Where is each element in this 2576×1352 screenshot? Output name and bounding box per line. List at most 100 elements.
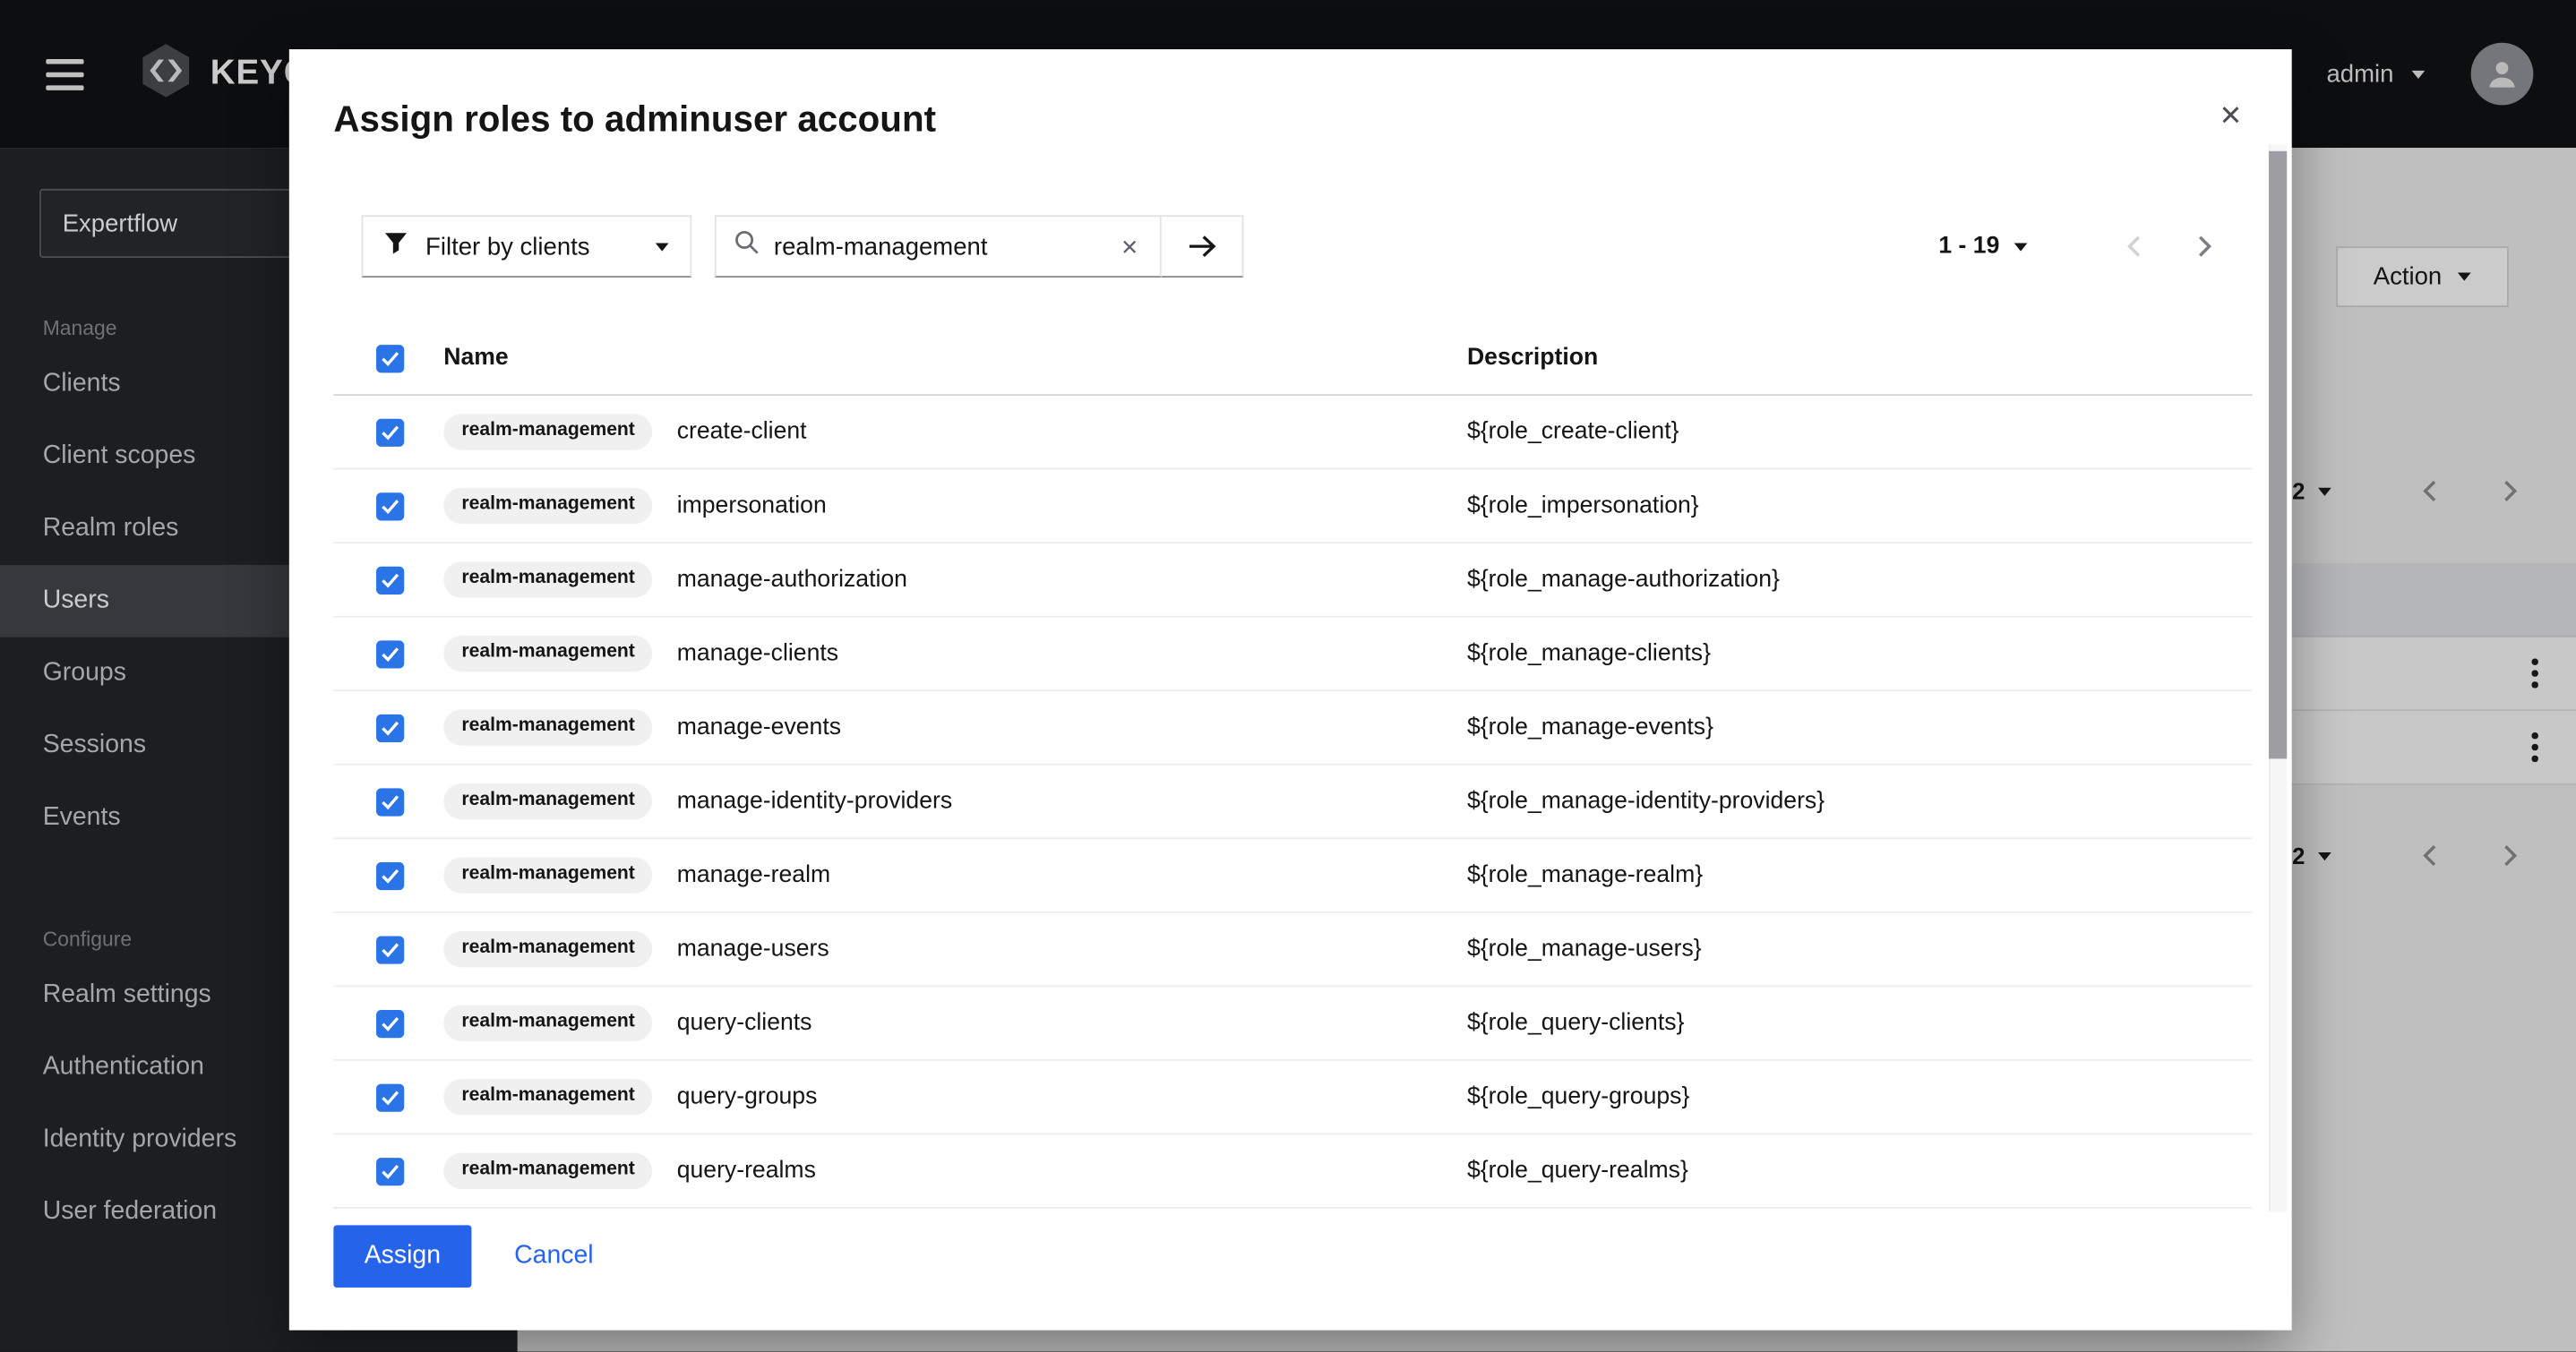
- client-badge: realm-management: [443, 561, 653, 597]
- row-checkbox[interactable]: [376, 1157, 404, 1185]
- client-badge: realm-management: [443, 636, 653, 672]
- search-input[interactable]: [774, 233, 1103, 261]
- role-name: manage-events: [677, 715, 841, 740]
- close-icon[interactable]: ✕: [2220, 102, 2243, 130]
- role-description: ${role_manage-clients}: [1467, 640, 1711, 666]
- search-submit-button[interactable]: [1162, 215, 1244, 278]
- check-icon: [382, 720, 399, 735]
- badge-cell: realm-management: [443, 561, 676, 597]
- assign-roles-modal: Assign roles to adminuser account ✕ Filt…: [289, 49, 2292, 1331]
- role-row: realm-management query-clients ${role_qu…: [333, 987, 2252, 1061]
- search-group: ✕: [715, 215, 1244, 278]
- client-badge: realm-management: [443, 1153, 653, 1189]
- role-name: query-clients: [677, 1010, 812, 1036]
- check-icon: [382, 351, 399, 366]
- client-badge: realm-management: [443, 931, 653, 967]
- check-icon: [382, 794, 399, 809]
- modal-scrollbar-thumb[interactable]: [2269, 151, 2287, 759]
- role-name: impersonation: [677, 492, 827, 518]
- badge-cell: realm-management: [443, 1005, 676, 1041]
- badge-cell: realm-management: [443, 636, 676, 672]
- role-name: query-groups: [677, 1084, 818, 1110]
- row-checkbox[interactable]: [376, 639, 404, 667]
- role-name: manage-authorization: [677, 567, 907, 593]
- row-checkbox[interactable]: [376, 861, 404, 889]
- pagination-range-dropdown[interactable]: 1 - 19: [1938, 233, 2027, 259]
- check-icon: [382, 646, 399, 662]
- role-description: ${role_impersonation}: [1467, 492, 1699, 518]
- check-icon: [382, 499, 399, 514]
- role-description: ${role_manage-identity-providers}: [1467, 788, 1825, 814]
- client-badge: realm-management: [443, 414, 653, 449]
- client-badge: realm-management: [443, 783, 653, 819]
- check-icon: [382, 942, 399, 957]
- role-row: realm-management manage-realm ${role_man…: [333, 839, 2252, 913]
- badge-cell: realm-management: [443, 783, 676, 819]
- cancel-button[interactable]: Cancel: [514, 1225, 594, 1288]
- select-all-checkbox[interactable]: [376, 344, 404, 372]
- client-badge: realm-management: [443, 1079, 653, 1115]
- check-icon: [382, 1090, 399, 1105]
- row-checkbox[interactable]: [376, 492, 404, 519]
- role-row: realm-management create-client ${role_cr…: [333, 396, 2252, 470]
- role-description: ${role_manage-realm}: [1467, 862, 1703, 888]
- badge-cell: realm-management: [443, 488, 676, 524]
- row-checkbox[interactable]: [376, 714, 404, 741]
- modal-title: Assign roles to adminuser account: [333, 98, 936, 141]
- role-row: realm-management manage-authorization ${…: [333, 543, 2252, 618]
- modal-pagination: 1 - 19: [1938, 215, 2241, 278]
- clear-search-icon[interactable]: ✕: [1117, 233, 1141, 261]
- role-row: realm-management impersonation ${role_im…: [333, 470, 2252, 544]
- arrow-right-icon: [1187, 235, 1216, 258]
- row-checkbox[interactable]: [376, 936, 404, 963]
- client-badge: realm-management: [443, 488, 653, 524]
- screen: KEYCLOAK admin Expertflow Manage Clients…: [0, 0, 2576, 1352]
- search-icon: [734, 230, 760, 263]
- role-row: realm-management query-groups ${role_que…: [333, 1061, 2252, 1135]
- filter-icon: [384, 232, 408, 261]
- roles-table: Name Description realm-management create…: [333, 322, 2252, 1209]
- role-row: realm-management manage-events ${role_ma…: [333, 691, 2252, 766]
- check-icon: [382, 572, 399, 587]
- row-checkbox[interactable]: [376, 787, 404, 815]
- row-checkbox[interactable]: [376, 418, 404, 446]
- role-row: realm-management manage-identity-provide…: [333, 766, 2252, 840]
- check-icon: [382, 424, 399, 440]
- role-row: realm-management query-realms ${role_que…: [333, 1134, 2252, 1209]
- role-name: manage-realm: [677, 862, 830, 888]
- role-name: manage-clients: [677, 640, 838, 666]
- client-badge: realm-management: [443, 710, 653, 746]
- role-name: create-client: [677, 419, 807, 445]
- role-name: manage-identity-providers: [677, 788, 952, 814]
- badge-cell: realm-management: [443, 858, 676, 894]
- role-description: ${role_manage-authorization}: [1467, 567, 1780, 593]
- row-checkbox[interactable]: [376, 1083, 404, 1111]
- pagination-prev-button[interactable]: [2097, 235, 2169, 258]
- assign-button[interactable]: Assign: [333, 1225, 471, 1288]
- role-description: ${role_query-groups}: [1467, 1084, 1689, 1110]
- role-name: manage-users: [677, 936, 829, 962]
- badge-cell: realm-management: [443, 1153, 676, 1189]
- role-row: realm-management manage-users ${role_man…: [333, 913, 2252, 988]
- row-checkbox[interactable]: [376, 566, 404, 594]
- client-badge: realm-management: [443, 858, 653, 894]
- check-icon: [382, 1015, 399, 1031]
- role-row: realm-management manage-clients ${role_m…: [333, 618, 2252, 692]
- role-description: ${role_manage-events}: [1467, 715, 1713, 740]
- column-header-description: Description: [1467, 345, 1598, 371]
- badge-cell: realm-management: [443, 414, 676, 449]
- filter-by-clients-dropdown[interactable]: Filter by clients: [362, 215, 692, 278]
- badge-cell: realm-management: [443, 1079, 676, 1115]
- table-header-row: Name Description: [333, 322, 2252, 397]
- role-description: ${role_query-realms}: [1467, 1158, 1688, 1184]
- role-description: ${role_manage-users}: [1467, 936, 1702, 962]
- badge-cell: realm-management: [443, 710, 676, 746]
- check-icon: [382, 1164, 399, 1179]
- pagination-next-button[interactable]: [2168, 235, 2241, 258]
- role-description: ${role_query-clients}: [1467, 1010, 1684, 1036]
- chevron-down-icon: [2014, 243, 2028, 251]
- role-description: ${role_create-client}: [1467, 419, 1679, 445]
- chevron-down-icon: [656, 243, 669, 251]
- row-checkbox[interactable]: [376, 1009, 404, 1037]
- column-header-name: Name: [443, 345, 508, 371]
